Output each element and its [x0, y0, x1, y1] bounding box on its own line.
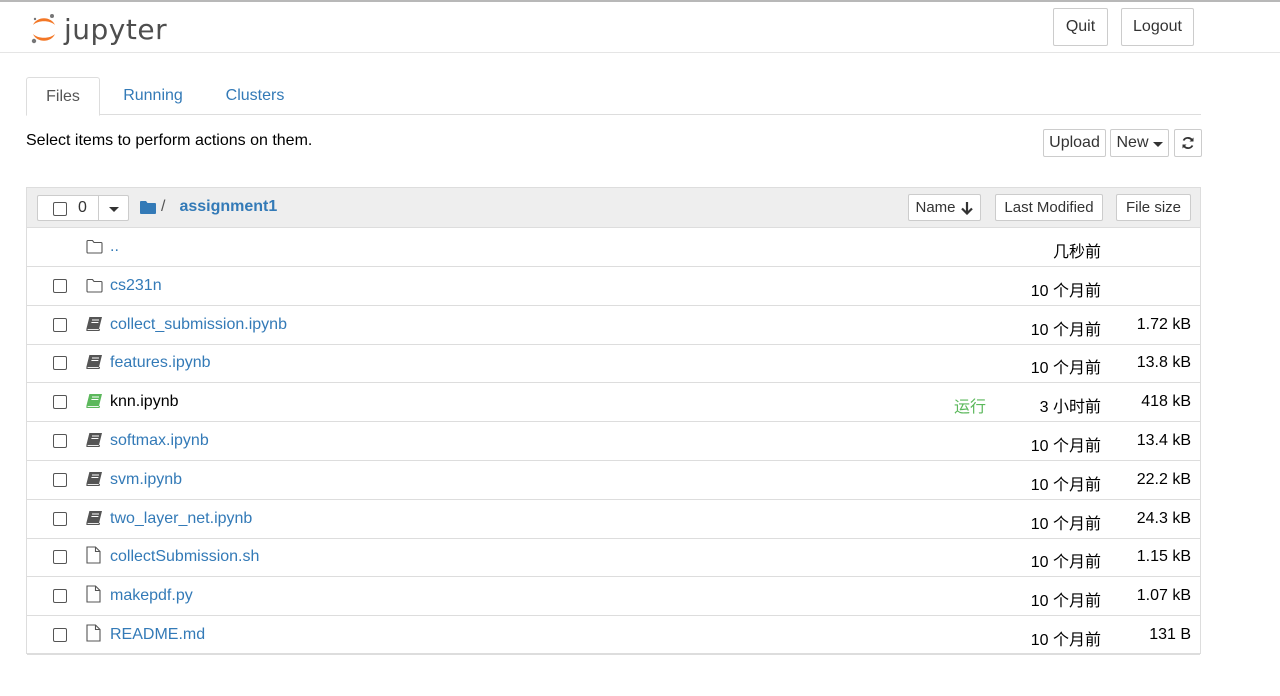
caret-down-icon [1152, 141, 1163, 147]
arrow-down-icon [960, 201, 973, 215]
tab-files[interactable]: Files [26, 77, 100, 116]
row-checkbox[interactable] [53, 278, 67, 293]
row-checkbox[interactable] [53, 317, 67, 332]
select-all-checkbox[interactable] [53, 202, 67, 216]
file-list: 0 / assignment1 Name Last Modified File … [26, 187, 1201, 655]
file-size: 418 kB [1141, 393, 1191, 411]
file-size: 1.15 kB [1136, 548, 1191, 566]
new-label: New [1116, 134, 1149, 151]
sort-by-size-button[interactable]: File size [1116, 194, 1191, 221]
row-checkbox[interactable] [53, 589, 67, 604]
last-modified: 3 小时前 [1039, 399, 1101, 417]
last-modified: 10 个月前 [1030, 321, 1101, 339]
file-size: 13.4 kB [1136, 432, 1191, 449]
notebook-running-icon [86, 393, 103, 413]
last-modified: 10 个月前 [1030, 593, 1101, 611]
breadcrumb-separator: / [161, 198, 166, 215]
selected-count: 0 [78, 199, 87, 216]
last-modified: 10 个月前 [1030, 476, 1101, 494]
notebook-icon [86, 354, 103, 374]
logout-button[interactable]: Logout [1121, 8, 1194, 46]
file-name-link[interactable]: collectSubmission.sh [110, 548, 259, 566]
last-modified: 10 个月前 [1030, 438, 1101, 455]
sort-name-label: Name [915, 199, 956, 216]
row-checkbox[interactable] [53, 511, 67, 526]
file-name-link[interactable]: .. [110, 238, 119, 256]
quit-button[interactable]: Quit [1053, 8, 1108, 46]
last-modified: 10 个月前 [1030, 360, 1101, 378]
file-name-link[interactable]: svm.ipynb [110, 471, 182, 489]
file-icon [86, 546, 101, 569]
notebook-icon [86, 432, 103, 452]
file-row[interactable]: makepdf.py 10 个月前 1.07 kB [27, 577, 1200, 617]
last-modified: 10 个月前 [1030, 515, 1101, 533]
tab-bar: Files Running Clusters [26, 77, 1201, 116]
file-size: 13.8 kB [1136, 354, 1191, 372]
file-size: 22.2 kB [1136, 470, 1191, 488]
file-icon [86, 585, 101, 608]
file-icon [86, 624, 101, 647]
file-row[interactable]: softmax.ipynb 10 个月前 13.4 kB [27, 422, 1200, 461]
select-all-control: 0 [37, 195, 129, 221]
last-modified: 10 个月前 [1030, 632, 1101, 649]
logo-text: jupyter [64, 12, 168, 46]
jupyter-logo[interactable]: jupyter [30, 11, 167, 47]
refresh-button[interactable] [1174, 129, 1202, 157]
select-dropdown-button[interactable] [98, 195, 129, 221]
folder-icon[interactable] [140, 200, 156, 214]
file-name-link[interactable]: cs231n [110, 277, 162, 295]
file-row[interactable]: collect_submission.ipynb 10 个月前 1.72 kB [27, 306, 1200, 345]
notebook-icon [86, 510, 103, 530]
file-list-header: 0 / assignment1 Name Last Modified File … [27, 188, 1200, 228]
jupyter-logo-icon [31, 14, 55, 44]
row-checkbox[interactable] [53, 434, 67, 448]
file-row[interactable]: collectSubmission.sh 10 个月前 1.15 kB [27, 538, 1200, 578]
running-status: 运行 [953, 399, 986, 417]
file-name-link[interactable]: two_layer_net.ipynb [110, 510, 252, 528]
file-size: 1.72 kB [1136, 315, 1191, 333]
file-row[interactable]: svm.ipynb 10 个月前 22.2 kB [27, 461, 1200, 500]
file-name-link[interactable]: softmax.ipynb [110, 432, 209, 450]
breadcrumb-current-dir[interactable]: assignment1 [179, 198, 277, 216]
row-checkbox[interactable] [53, 550, 67, 565]
file-row[interactable]: features.ipynb 10 个月前 13.8 kB [27, 344, 1200, 384]
file-name-link[interactable]: makepdf.py [110, 587, 193, 605]
folder-open-icon [86, 278, 103, 298]
tab-running[interactable]: Running [108, 77, 198, 115]
file-name-link[interactable]: collect_submission.ipynb [110, 316, 287, 334]
sort-by-name-button[interactable]: Name [908, 194, 981, 221]
row-checkbox[interactable] [53, 628, 67, 642]
file-row[interactable]: .. 几秒前 [27, 228, 1200, 267]
file-row[interactable]: knn.ipynb 运行 3 小时前 418 kB [27, 383, 1200, 423]
file-name-link[interactable]: features.ipynb [110, 354, 211, 372]
sort-by-modified-button[interactable]: Last Modified [995, 194, 1103, 221]
file-size: 24.3 kB [1136, 509, 1191, 527]
breadcrumb: / assignment1 [140, 198, 277, 216]
notebook-icon [86, 471, 103, 491]
last-modified: 10 个月前 [1030, 282, 1101, 300]
file-name-link[interactable]: README.md [110, 626, 205, 644]
file-size: 1.07 kB [1136, 587, 1191, 605]
upload-button[interactable]: Upload [1043, 129, 1106, 157]
file-row[interactable]: README.md 10 个月前 131 B [27, 616, 1200, 655]
refresh-icon [1182, 137, 1194, 149]
header: jupyter Quit Logout [0, 2, 1280, 53]
file-row[interactable]: two_layer_net.ipynb 10 个月前 24.3 kB [27, 500, 1200, 539]
row-checkbox[interactable] [53, 356, 67, 371]
tab-clusters[interactable]: Clusters [208, 77, 302, 115]
folder-open-icon [86, 239, 103, 259]
new-dropdown-button[interactable]: New [1110, 129, 1169, 157]
last-modified: 10 个月前 [1030, 554, 1101, 572]
row-checkbox[interactable] [53, 395, 67, 410]
file-size: 131 B [1149, 626, 1191, 643]
file-name-link[interactable]: knn.ipynb [110, 393, 179, 411]
last-modified: 几秒前 [1052, 244, 1101, 261]
row-checkbox[interactable] [53, 472, 67, 487]
file-row[interactable]: cs231n 10 个月前 [27, 267, 1200, 306]
notebook-icon [86, 316, 103, 336]
selection-hint: Select items to perform actions on them. [26, 132, 313, 149]
caret-down-icon [109, 206, 119, 212]
